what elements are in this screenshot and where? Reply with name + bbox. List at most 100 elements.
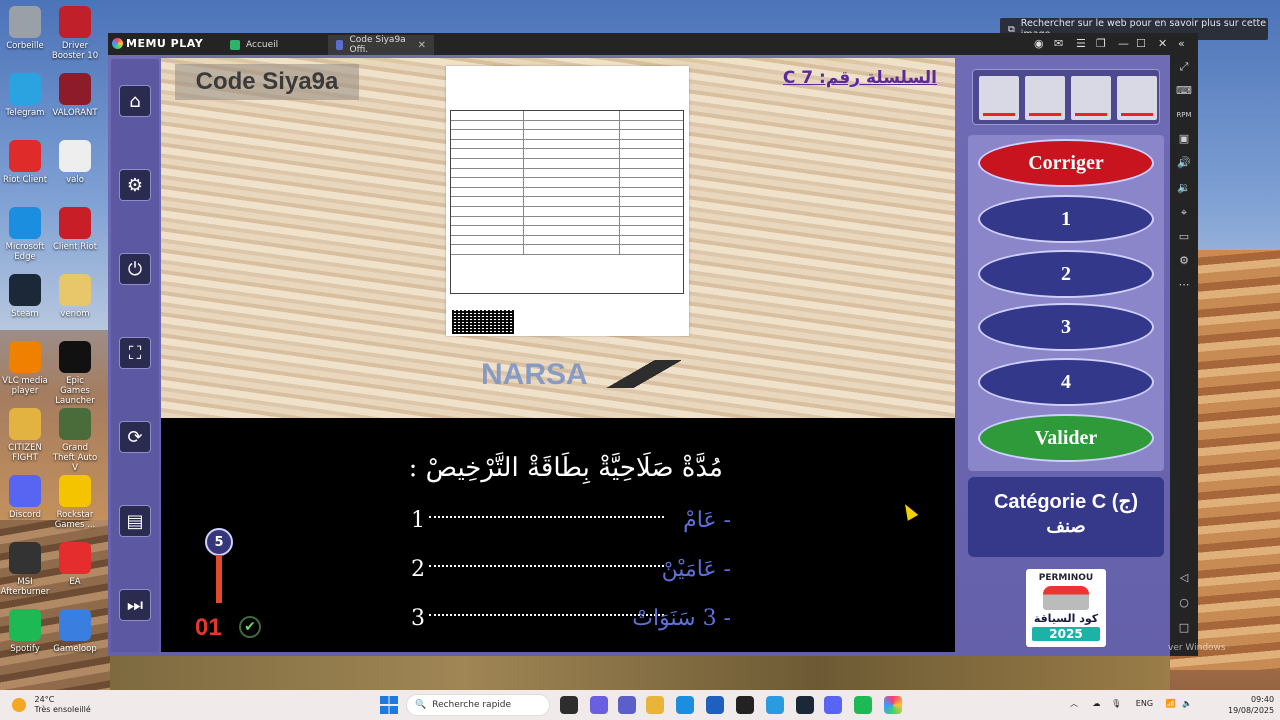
- app-shortcut-icon: [9, 207, 41, 239]
- rpm-icon[interactable]: RPM: [1176, 107, 1192, 123]
- app-shortcut-icon: [9, 6, 41, 38]
- multi-window-icon[interactable]: ▣: [1176, 131, 1192, 147]
- option-3-button[interactable]: 3: [978, 303, 1154, 351]
- desktop-icon[interactable]: Microsoft Edge: [0, 207, 50, 262]
- desktop-icon[interactable]: Gameloop: [50, 609, 100, 654]
- close-window-icon[interactable]: ✕: [1158, 37, 1167, 50]
- volume-up-icon[interactable]: 🔊: [1176, 155, 1192, 171]
- desktop-icon[interactable]: Riot Client: [0, 140, 50, 185]
- restore-window-icon[interactable]: ❐: [1096, 37, 1106, 50]
- taskbar-search[interactable]: 🔍 Recherche rapide: [406, 694, 550, 716]
- volume-down-icon[interactable]: 🔉: [1176, 180, 1192, 196]
- close-tab-icon[interactable]: ✕: [418, 40, 426, 51]
- home-icon[interactable]: ⌂: [119, 85, 151, 117]
- chrome-icon[interactable]: [766, 696, 784, 714]
- narsa-logo: NARSA: [481, 358, 588, 391]
- edge-icon[interactable]: [676, 696, 694, 714]
- wifi-icon[interactable]: 📶: [1166, 699, 1176, 708]
- chevron-up-icon[interactable]: ︿: [1070, 699, 1078, 708]
- windows-start-icon[interactable]: [380, 696, 398, 714]
- answer-slot: [1025, 76, 1065, 120]
- desktop-icon[interactable]: Client Riot: [50, 207, 100, 252]
- option-4-button[interactable]: 4: [978, 358, 1154, 406]
- car-icon: [1043, 586, 1089, 610]
- power-icon[interactable]: ⏻: [119, 253, 151, 285]
- search-icon: 🔍: [415, 700, 427, 710]
- answer-counter: 01: [195, 614, 222, 641]
- network-icon[interactable]: ☁: [1093, 699, 1101, 708]
- desktop-icon[interactable]: CITIZEN FIGHT: [0, 408, 50, 463]
- mail-icon[interactable]: ✉: [1054, 37, 1063, 50]
- license-document-image: [446, 66, 689, 336]
- desktop-icon[interactable]: valo: [50, 140, 100, 185]
- keyboard-icon[interactable]: ⌨: [1176, 83, 1192, 99]
- app-shortcut-icon: [59, 408, 91, 440]
- system-tray[interactable]: ︿ ☁ 🎙 ENG 📶 🔈: [1070, 698, 1192, 709]
- desktop-icon[interactable]: venom: [50, 274, 100, 319]
- desktop-icon[interactable]: Corbeille: [0, 6, 50, 51]
- microphone-icon[interactable]: 🎙: [1111, 699, 1121, 708]
- answer-panel: Corriger 1 2 3 4 Valider Catégorie C (ج)…: [964, 59, 1164, 652]
- copilot-icon[interactable]: [590, 696, 608, 714]
- option-2-button[interactable]: 2: [978, 250, 1154, 298]
- speaker-icon[interactable]: 🔈: [1182, 699, 1192, 708]
- expand-icon[interactable]: ⤢: [1176, 59, 1192, 75]
- answer-option-3: 3 - 3 سَنَوَاتْ: [411, 606, 731, 631]
- desktop-icon[interactable]: Steam: [0, 274, 50, 319]
- steam-icon[interactable]: [796, 696, 814, 714]
- skip-next-icon[interactable]: ⏭: [119, 589, 151, 621]
- clock[interactable]: 09:40 19/08/2025: [1228, 694, 1274, 716]
- memu-icon[interactable]: [884, 696, 902, 714]
- location-icon[interactable]: ⌖: [1176, 205, 1192, 221]
- home-circle-icon[interactable]: ○: [1176, 595, 1192, 611]
- weather-widget[interactable]: 24°C Très ensoleillé: [12, 695, 91, 715]
- app-shortcut-icon: [9, 475, 41, 507]
- desktop-icon[interactable]: VLC media player: [0, 341, 50, 396]
- desktop-icon[interactable]: Telegram: [0, 73, 50, 118]
- desktop-icon[interactable]: Discord: [0, 475, 50, 520]
- teams-icon[interactable]: [618, 696, 636, 714]
- desktop-icon[interactable]: Epic Games Launcher: [50, 341, 100, 406]
- app-shortcut-icon: [59, 274, 91, 306]
- tab-accueil[interactable]: Accueil: [222, 35, 286, 55]
- desktop-icon[interactable]: MSI Afterburner: [0, 542, 50, 597]
- profile-card-icon[interactable]: ▤: [119, 505, 151, 537]
- app-shortcut-icon: [59, 207, 91, 239]
- series-number: السلسلة رقم: C 7: [782, 68, 937, 88]
- maximize-icon[interactable]: ☐: [1136, 37, 1146, 50]
- task-view-icon[interactable]: [560, 696, 578, 714]
- menu-icon[interactable]: ☰: [1076, 37, 1086, 50]
- collapse-sidebar-icon[interactable]: «: [1178, 37, 1185, 50]
- more-icon[interactable]: ⋯: [1176, 277, 1192, 293]
- answer-buttons: Corriger 1 2 3 4 Valider: [968, 135, 1164, 471]
- desktop-icon[interactable]: EA: [50, 542, 100, 587]
- app-shortcut-icon: [9, 73, 41, 105]
- fullscreen-icon[interactable]: ⛶: [119, 337, 151, 369]
- spotify-icon[interactable]: [854, 696, 872, 714]
- account-icon[interactable]: ◉: [1034, 37, 1044, 50]
- refresh-icon[interactable]: ⟳: [119, 421, 151, 453]
- desktop-icon[interactable]: Driver Booster 10: [50, 6, 100, 61]
- desktop-icon[interactable]: Spotify: [0, 609, 50, 654]
- valider-button[interactable]: Valider: [978, 414, 1154, 462]
- option-1-button[interactable]: 1: [978, 195, 1154, 243]
- desktop-icon[interactable]: VALORANT: [50, 73, 100, 118]
- app-icon[interactable]: [736, 696, 754, 714]
- back-icon[interactable]: ◁: [1176, 570, 1192, 586]
- desktop-icon[interactable]: Rockstar Games ...: [50, 475, 100, 530]
- desktop-icon[interactable]: Grand Theft Auto V: [50, 408, 100, 473]
- tab-code-siya9a[interactable]: Code Siya9a Offi. ✕: [328, 35, 434, 55]
- qr-code: [452, 310, 514, 334]
- app-shortcut-icon: [59, 542, 91, 574]
- store-icon[interactable]: [706, 696, 724, 714]
- settings-icon[interactable]: ⚙: [1176, 253, 1192, 269]
- app-shortcut-icon: [59, 609, 91, 641]
- folder-icon[interactable]: ▭: [1176, 229, 1192, 245]
- corriger-button[interactable]: Corriger: [978, 139, 1154, 187]
- question-number-badge: 5: [205, 528, 233, 556]
- recents-icon[interactable]: □: [1176, 620, 1192, 636]
- discord-icon[interactable]: [824, 696, 842, 714]
- settings-gear-icon[interactable]: ⚙: [119, 169, 151, 201]
- file-explorer-icon[interactable]: [646, 696, 664, 714]
- minimize-icon[interactable]: —: [1118, 37, 1129, 50]
